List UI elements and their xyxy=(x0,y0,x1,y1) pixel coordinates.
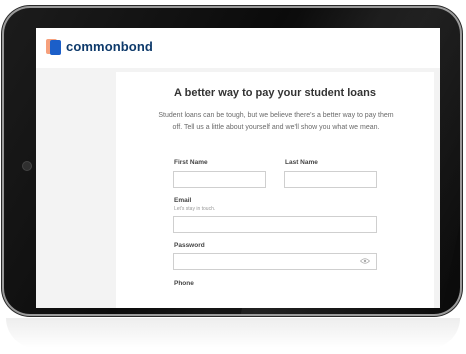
phone-label: Phone xyxy=(174,280,194,287)
email-input[interactable] xyxy=(173,216,377,233)
top-navigation-bar: commonbond xyxy=(36,28,440,68)
first-name-label: First Name xyxy=(174,159,208,166)
signup-form-card: A better way to pay your student loans S… xyxy=(116,72,434,308)
last-name-input[interactable] xyxy=(284,171,377,188)
first-name-input[interactable] xyxy=(173,171,266,188)
tablet-screen: commonbond A better way to pay your stud… xyxy=(36,28,440,308)
form-title: A better way to pay your student loans xyxy=(174,87,376,99)
tablet-reflection xyxy=(6,318,460,348)
email-label: Email xyxy=(174,197,192,204)
camera-icon xyxy=(22,161,32,171)
brand-name[interactable]: commonbond xyxy=(66,39,153,54)
password-label: Password xyxy=(174,242,205,249)
form-intro: Student loans can be tough, but we belie… xyxy=(158,112,394,131)
tablet-device: commonbond A better way to pay your stud… xyxy=(4,8,460,314)
password-input[interactable] xyxy=(173,253,377,270)
eye-icon[interactable] xyxy=(360,258,370,264)
commonbond-logo-icon xyxy=(46,39,62,55)
last-name-label: Last Name xyxy=(285,159,318,166)
email-hint: Let's stay in touch. xyxy=(174,206,216,212)
